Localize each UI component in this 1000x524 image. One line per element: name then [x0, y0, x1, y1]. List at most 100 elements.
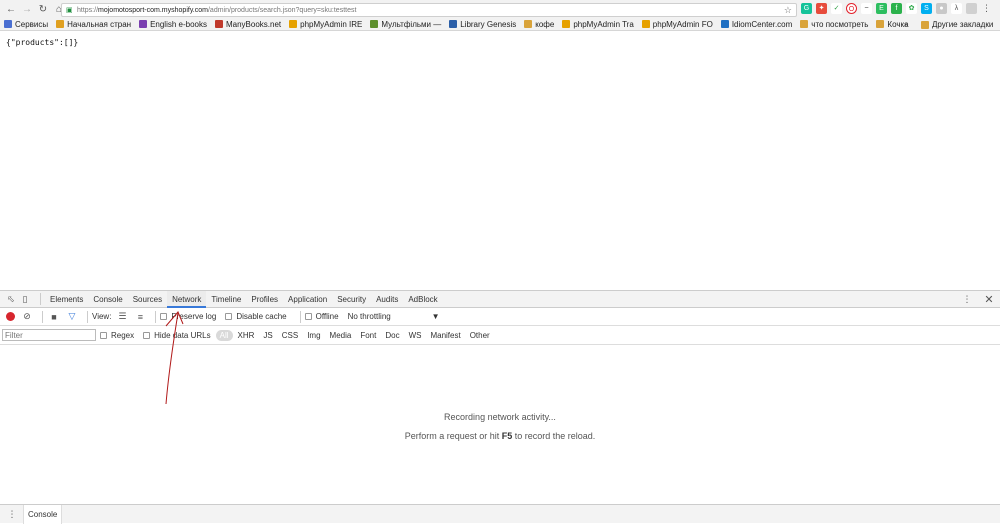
- bookmark-item[interactable]: phpMyAdmin IRE: [285, 20, 366, 29]
- other-bookmarks-folder[interactable]: Другие закладки: [921, 18, 993, 31]
- clear-icon[interactable]: ⊘: [20, 310, 34, 324]
- bookmark-item[interactable]: Мультфільми —: [366, 20, 445, 29]
- tab-timeline[interactable]: Timeline: [206, 291, 246, 308]
- green-leaf-extension-icon[interactable]: ✿: [906, 3, 917, 14]
- type-filter-img[interactable]: Img: [303, 330, 324, 341]
- apps-grid-icon: [4, 20, 12, 28]
- tab-audits[interactable]: Audits: [371, 291, 403, 308]
- bookmark-item[interactable]: кофе: [520, 20, 558, 29]
- type-filter-ws[interactable]: WS: [405, 330, 426, 341]
- checkbox-box[interactable]: [160, 313, 168, 320]
- reload-icon[interactable]: ↻: [35, 2, 51, 18]
- lambda-extension-icon[interactable]: λ: [951, 3, 962, 14]
- bookmark-label: English e-books: [150, 19, 207, 29]
- back-arrow-icon[interactable]: ←: [3, 2, 19, 18]
- tab-elements[interactable]: Elements: [45, 291, 88, 308]
- hide-data-urls-checkbox[interactable]: Hide data URLs: [143, 330, 211, 340]
- colorful-extension-icon[interactable]: ✦: [816, 3, 827, 14]
- bookmark-item[interactable]: Начальная стран: [52, 20, 135, 29]
- gray-extension-icon[interactable]: ●: [936, 3, 947, 14]
- reload-hint-suffix: to record the reload.: [512, 431, 596, 441]
- disable-cache-checkbox[interactable]: Disable cache: [225, 312, 287, 321]
- bookmark-star-icon[interactable]: ☆: [784, 4, 792, 16]
- large-rows-icon[interactable]: ☰: [115, 310, 129, 324]
- bookmark-item[interactable]: Сервисы: [0, 20, 52, 29]
- type-filter-doc[interactable]: Doc: [381, 330, 403, 341]
- manybooks-favicon: [214, 20, 223, 28]
- filter-input[interactable]: [2, 329, 96, 341]
- devtools-panel: ⬁ ▯ Elements Console Sources Network Timelin…: [0, 290, 1000, 524]
- tab-network[interactable]: Network: [167, 290, 207, 308]
- offline-label: Offline: [315, 312, 339, 321]
- preserve-log-checkbox[interactable]: Preserve log: [160, 312, 216, 321]
- gray-box-extension-icon[interactable]: [966, 3, 977, 14]
- tab-console[interactable]: Console: [88, 291, 127, 308]
- close-icon[interactable]: ✕: [982, 292, 996, 306]
- bookmark-label: phpMyAdmin FO: [652, 19, 713, 29]
- checkbox-box[interactable]: [304, 313, 312, 320]
- type-filter-css[interactable]: CSS: [278, 330, 302, 341]
- type-filter-font[interactable]: Font: [356, 330, 380, 341]
- bookmark-item[interactable]: ManyBooks.net: [211, 20, 285, 29]
- hide-data-urls-label: Hide data URLs: [154, 330, 211, 340]
- tab-sources[interactable]: Sources: [128, 291, 167, 308]
- filter-icon[interactable]: ▽: [65, 310, 79, 324]
- bookmarks-overflow-chevron-icon[interactable]: »: [904, 18, 908, 31]
- checkbox-box[interactable]: [143, 331, 151, 339]
- drawer-menu-icon[interactable]: ⋮: [5, 507, 19, 521]
- bookmark-item[interactable]: Library Genesis: [445, 20, 520, 29]
- tab-security[interactable]: Security: [332, 291, 371, 308]
- tab-adblock[interactable]: AdBlock: [403, 291, 442, 308]
- bookmark-item[interactable]: English e-books: [135, 20, 211, 29]
- globe-favicon: [720, 20, 729, 28]
- drawer-tab-console[interactable]: Console: [23, 504, 63, 524]
- bookmark-label: Library Genesis: [460, 19, 517, 29]
- book-favicon: [139, 20, 148, 28]
- tab-application[interactable]: Application: [283, 291, 332, 308]
- evernote-extension-icon[interactable]: E: [876, 3, 887, 14]
- json-response-text: {"products":[]}: [6, 38, 79, 47]
- waterfall-overview-icon[interactable]: ≡: [133, 310, 147, 324]
- checkbox-box[interactable]: [100, 331, 107, 339]
- folder-icon: [921, 20, 929, 29]
- mustache-extension-icon[interactable]: ~: [861, 3, 872, 14]
- device-toolbar-icon[interactable]: ▯: [18, 292, 32, 306]
- bookmark-item[interactable]: что посмотреть: [796, 20, 872, 29]
- capture-screenshots-icon[interactable]: ■: [47, 310, 61, 324]
- hyperlink-favicon: [370, 20, 379, 28]
- bookmark-item[interactable]: phpMyAdmin FO: [638, 20, 717, 29]
- throttling-value: No throttling: [347, 312, 391, 321]
- forward-arrow-icon[interactable]: →: [19, 2, 35, 18]
- address-bar[interactable]: ▣ https://mojomotosport-com.myshopify.co…: [61, 3, 797, 17]
- lock-icon: ▣: [66, 6, 73, 14]
- grammarly-extension-icon[interactable]: G: [801, 3, 812, 14]
- type-filter-other[interactable]: Other: [466, 330, 494, 341]
- type-filter-media[interactable]: Media: [326, 330, 356, 341]
- regex-checkbox[interactable]: Regex: [100, 331, 134, 340]
- opera-extension-icon[interactable]: O: [846, 3, 857, 14]
- inspect-element-icon[interactable]: ⬁: [4, 292, 18, 306]
- offline-checkbox[interactable]: Offline: [304, 312, 339, 321]
- type-filter-manifest[interactable]: Manifest: [426, 330, 464, 341]
- url-text[interactable]: https://mojomotosport-com.myshopify.com/…: [77, 7, 356, 14]
- more-options-icon[interactable]: ⋮: [960, 292, 974, 306]
- type-filter-xhr[interactable]: XHR: [234, 330, 259, 341]
- chrome-menu-icon[interactable]: ⋮: [981, 3, 992, 14]
- bookmark-label: IdiomCenter.com: [731, 19, 793, 29]
- skype-extension-icon[interactable]: S: [921, 3, 932, 14]
- feather-extension-icon[interactable]: ✓: [831, 3, 842, 14]
- tab-profiles[interactable]: Profiles: [246, 291, 283, 308]
- disable-cache-label: Disable cache: [236, 312, 287, 321]
- url-scheme: https://: [77, 6, 99, 14]
- checkbox-box[interactable]: [225, 313, 233, 320]
- recording-status-text: Recording network activity...: [444, 412, 556, 422]
- preserve-log-label: Preserve log: [171, 312, 217, 321]
- type-filter-js[interactable]: JS: [259, 330, 276, 341]
- feedly-extension-icon[interactable]: f: [891, 3, 902, 14]
- bookmark-item[interactable]: phpMyAdmin Tra: [558, 20, 637, 29]
- throttling-select[interactable]: No throttling ▼: [348, 312, 440, 321]
- bookmark-item[interactable]: IdiomCenter.com: [717, 20, 796, 29]
- type-filter-all[interactable]: All: [215, 329, 233, 341]
- record-icon[interactable]: [6, 312, 15, 321]
- other-bookmarks-label: Другие закладки: [932, 20, 994, 29]
